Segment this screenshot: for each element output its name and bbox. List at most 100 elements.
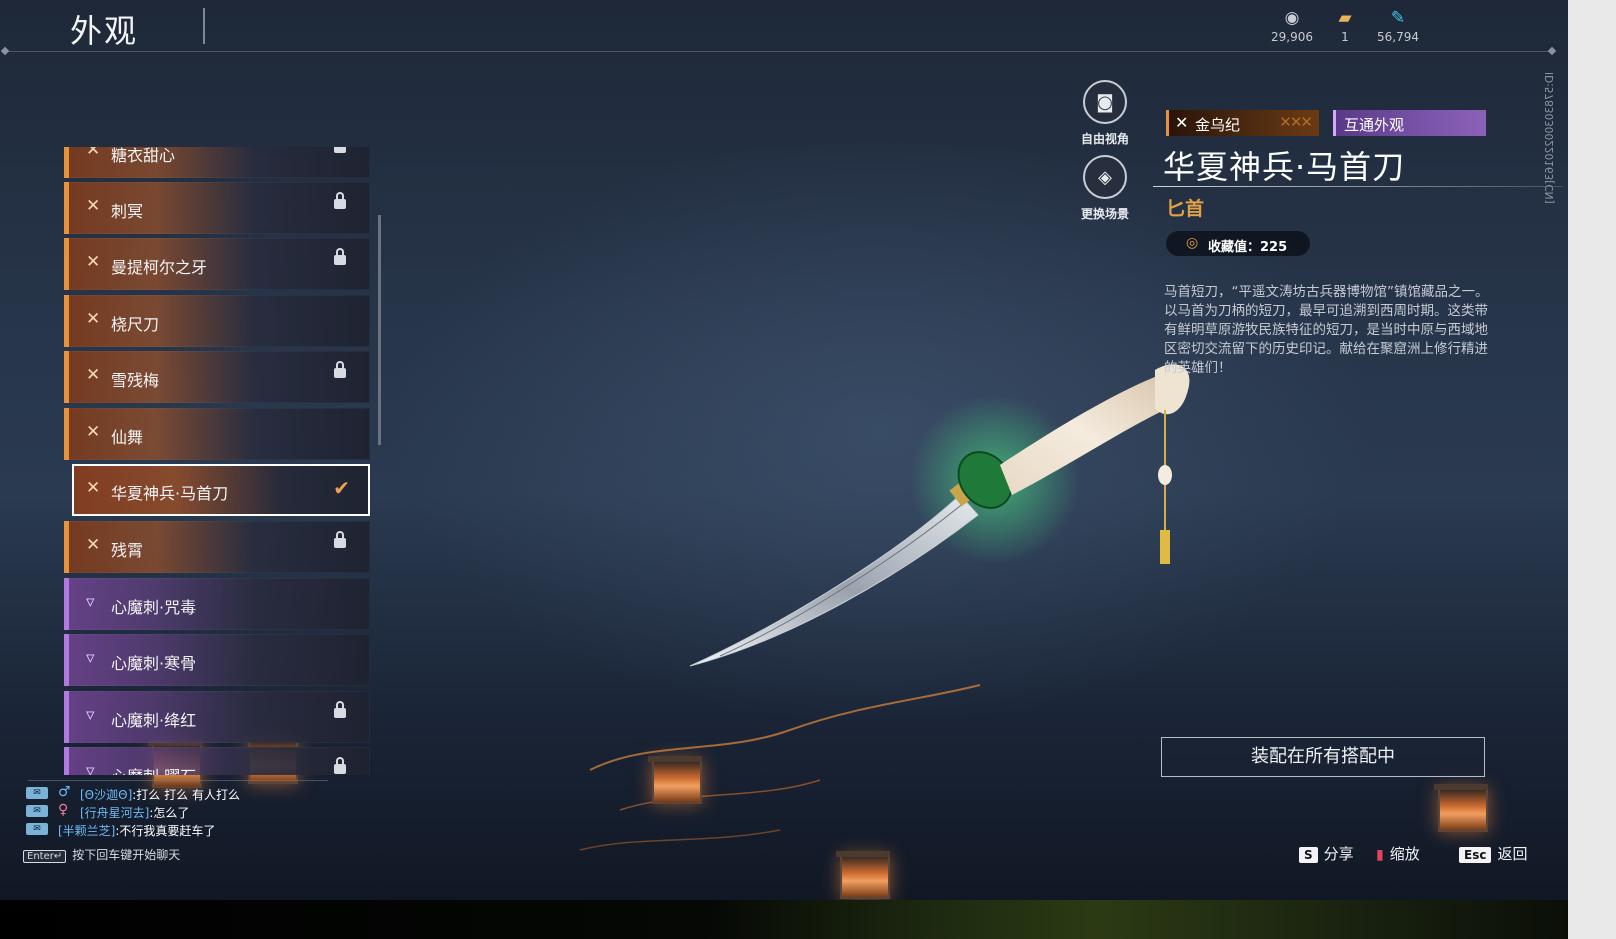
list-item[interactable]: ✕ 糖衣甜心 [64, 147, 370, 178]
divider-end-dot [1547, 46, 1557, 56]
name-underline [1153, 186, 1563, 187]
title-divider [203, 8, 205, 44]
esc-key-icon: Esc [1459, 847, 1492, 863]
purple-rarity-icon: ▿ [86, 592, 95, 612]
list-item[interactable]: ▿ 心魔刺·曜石 [64, 747, 370, 775]
chat-sender[interactable]: [行舟星河去]:怎么了 [80, 804, 189, 821]
gold-rarity-icon: ✕ [86, 309, 101, 329]
shared-appearance-tag: 互通外观 [1333, 110, 1486, 136]
currency-value: 56,794 [1377, 30, 1419, 44]
back-hint[interactable]: Esc 返回 [1459, 843, 1527, 864]
free-view-label: 自由视角 [1080, 132, 1129, 146]
change-scene-button[interactable]: ◈ 更换场景 [1070, 155, 1140, 222]
collection-value-badge: ◎ 收藏值：225 [1166, 231, 1310, 256]
enter-key-icon: Enter↵ [23, 850, 67, 863]
lock-icon [334, 361, 346, 378]
list-item[interactable]: ✕ 仙舞 [64, 408, 370, 460]
list-item[interactable]: ✕ 雪残梅 [64, 351, 370, 403]
list-item[interactable]: ✕ 残霄 [64, 521, 370, 573]
chat-text: :怎么了 [149, 806, 190, 820]
lantern-decoration [1434, 784, 1488, 832]
list-item[interactable]: ✕ 曼提柯尔之牙 [64, 238, 370, 290]
gold-rarity-icon: ✕ [86, 478, 101, 498]
mouse-wheel-icon: ▮ [1376, 847, 1384, 863]
currency-ticket: ▰ 1 [1315, 8, 1375, 44]
list-scrollbar[interactable] [378, 215, 381, 445]
male-icon: ♂ [58, 784, 71, 800]
list-item-label: 心魔刺·咒毒 [111, 598, 197, 617]
gold-rarity-icon: ✕ [86, 422, 101, 442]
share-hint[interactable]: S 分享 [1299, 843, 1354, 864]
appearance-list[interactable]: ✕ 糖衣甜心 ✕ 刺冥 ✕ 曼提柯尔之牙 ✕ 桡尺刀 ✕ 雪残梅 ✕ 仙舞 ✕ [64, 147, 374, 775]
list-item-label: 刺冥 [111, 202, 144, 221]
gold-rarity-icon: ✕ [86, 252, 101, 272]
item-type: 匕首 [1166, 198, 1205, 220]
gold-rarity-icon: ✕ [86, 147, 101, 160]
list-item[interactable]: ▿ 心魔刺·咒毒 [64, 578, 370, 630]
enter-hint-text: 按下回车键开始聊天 [72, 848, 181, 862]
top-bar: 外观 ◉ 29,906 ▰ 1 ✎ 56,794 [0, 0, 1568, 56]
chat-message: ✉ [半颗兰芝]:不行我真要赶车了 [22, 820, 322, 838]
chat-box[interactable]: ✉ ♂ [Θ沙迦Θ]:打么 打么 有人打么 ✉ ♀ [行舟星河去]:怎么了 ✉ … [22, 780, 328, 838]
list-item-label: 华夏神兵·马首刀 [111, 484, 229, 503]
divider-end-dot [0, 46, 10, 56]
chat-text: :打么 打么 有人打么 [132, 788, 240, 802]
page-title: 外观 [70, 12, 139, 50]
list-item-label: 雪残梅 [111, 371, 160, 390]
cube-icon: ◈ [1083, 155, 1127, 199]
change-scene-label: 更换场景 [1080, 207, 1129, 221]
lock-icon [334, 701, 346, 718]
chat-message: ✉ ♂ [Θ沙迦Θ]:打么 打么 有人打么 [22, 784, 322, 802]
list-item-label: 残霄 [111, 541, 144, 560]
silver-coin-icon: ◉ [1284, 8, 1300, 28]
lock-icon [334, 248, 346, 265]
camera-icon: ◙ [1083, 80, 1127, 124]
channel-badge-icon: ✉ [26, 787, 48, 799]
chat-divider [28, 780, 328, 781]
list-item-label: 心魔刺·寒骨 [111, 654, 197, 673]
lantern-decoration [648, 756, 702, 804]
dagger-model[interactable] [660, 330, 1220, 690]
purple-rarity-icon: ▿ [86, 705, 95, 725]
feather-icon: ✎ [1390, 8, 1406, 28]
list-item-label: 仙舞 [111, 428, 144, 447]
checkmark-icon: ✔ [333, 476, 350, 500]
list-item[interactable]: ✕ 刺冥 [64, 182, 370, 234]
series-tag-label: 金乌纪 [1195, 116, 1241, 134]
share-label: 分享 [1323, 845, 1354, 863]
item-description: 马首短刀，“平遥文涛坊古兵器博物馆”镇馆藏品之一。以马首为刀柄的短刀，最早可追溯… [1164, 284, 1489, 376]
female-icon: ♀ [58, 802, 69, 818]
ground-glow-decoration [579, 684, 981, 851]
list-item-label: 糖衣甜心 [111, 147, 176, 165]
chat-sender[interactable]: [半颗兰芝]:不行我真要赶车了 [58, 822, 215, 839]
list-item[interactable]: ▿ 心魔刺·绛红 [64, 691, 370, 743]
game-scene: 外观 ◉ 29,906 ▰ 1 ✎ 56,794 ✕ 糖衣甜心 ✕ 刺冥 ✕ 曼… [0, 0, 1568, 900]
series-tag: ✕ 金乌纪 ✕✕✕ [1166, 110, 1319, 136]
channel-badge-icon: ✉ [26, 805, 48, 817]
lantern-decoration [836, 851, 890, 899]
currency-feather: ✎ 56,794 [1368, 8, 1428, 44]
currency-silver: ◉ 29,906 [1262, 8, 1322, 44]
chat-enter-hint[interactable]: Enter↵ 按下回车键开始聊天 [23, 846, 180, 863]
list-item-selected[interactable]: ✕ 华夏神兵·马首刀 ✔ [72, 464, 370, 516]
equip-all-button[interactable]: 装配在所有搭配中 [1161, 737, 1485, 777]
item-name: 华夏神兵·马首刀 [1163, 148, 1406, 186]
currency-value: 1 [1341, 30, 1349, 44]
free-view-button[interactable]: ◙ 自由视角 [1070, 80, 1140, 147]
currency-value: 29,906 [1271, 30, 1313, 44]
gold-rarity-icon: ✕ [86, 535, 101, 555]
list-item-label: 曼提柯尔之牙 [111, 258, 208, 277]
zoom-hint[interactable]: ▮ 缩放 [1376, 843, 1420, 864]
list-item-label: 心魔刺·曜石 [111, 763, 196, 775]
list-item[interactable]: ▿ 心魔刺·寒骨 [64, 634, 370, 686]
collection-icon: ◎ [1186, 235, 1199, 251]
gold-rarity-icon: ✕ [86, 365, 101, 385]
gold-rarity-icon: ✕ [1175, 113, 1189, 132]
channel-badge-icon: ✉ [26, 823, 48, 835]
chat-sender[interactable]: [Θ沙迦Θ]:打么 打么 有人打么 [80, 786, 240, 803]
gold-rarity-icon: ✕ [86, 196, 101, 216]
window-edge [1568, 0, 1616, 939]
list-item[interactable]: ✕ 桡尺刀 [64, 295, 370, 347]
s-key-icon: S [1299, 847, 1318, 863]
background-strip [0, 900, 1568, 939]
